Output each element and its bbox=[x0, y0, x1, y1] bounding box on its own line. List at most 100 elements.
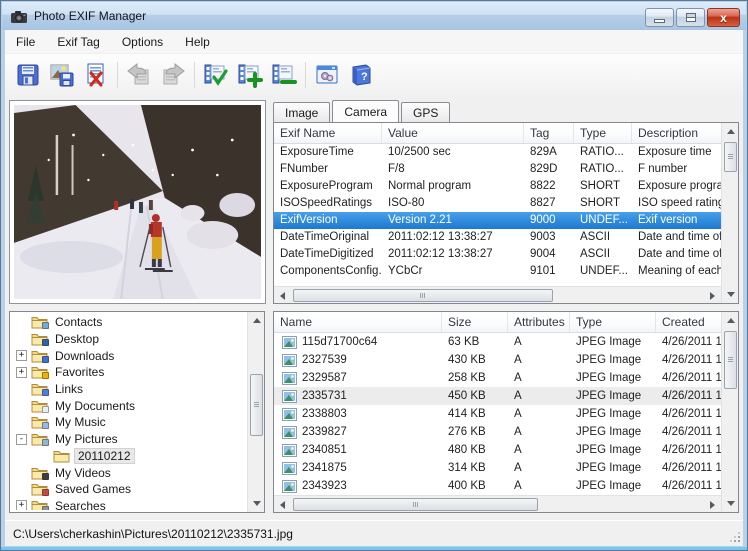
scroll-down-icon[interactable] bbox=[248, 495, 265, 512]
exif-table-row[interactable]: ExposureTime 10/2500 sec 829A RATIO... E… bbox=[274, 144, 721, 161]
file-size-cell: 480 KB bbox=[442, 441, 508, 459]
scroll-left-icon[interactable] bbox=[274, 496, 291, 513]
remove-tag-button[interactable] bbox=[267, 59, 301, 91]
file-size-cell: 430 KB bbox=[442, 351, 508, 369]
scroll-right-icon[interactable] bbox=[704, 496, 721, 513]
tree-expander-icon[interactable]: - bbox=[16, 434, 27, 445]
scroll-down-icon[interactable] bbox=[722, 495, 739, 512]
file-list-row[interactable]: 2340851 480 KB A JPEG Image 4/26/2011 12… bbox=[274, 441, 721, 459]
file-list-row[interactable]: 2341875 314 KB A JPEG Image 4/26/2011 12… bbox=[274, 459, 721, 477]
maximize-button[interactable] bbox=[676, 8, 705, 27]
file-type-cell: JPEG Image bbox=[570, 387, 656, 405]
tree-vertical-scrollbar[interactable] bbox=[247, 312, 264, 512]
file-list-row[interactable]: 115d71700c64 63 KB A JPEG Image 4/26/201… bbox=[274, 333, 721, 351]
file-list-row[interactable]: 2339827 276 KB A JPEG Image 4/26/2011 12… bbox=[274, 423, 721, 441]
tree-expander-icon[interactable]: + bbox=[16, 500, 27, 510]
scroll-up-icon[interactable] bbox=[722, 312, 739, 329]
save-image-button[interactable] bbox=[45, 59, 79, 91]
exif-table-row[interactable]: ExifVersion Version 2.21 9000 UNDEF... E… bbox=[274, 212, 721, 229]
file-vertical-scrollbar[interactable] bbox=[721, 312, 738, 512]
scroll-left-icon[interactable] bbox=[274, 287, 291, 304]
file-name-cell: 115d71700c64 bbox=[274, 333, 442, 351]
exif-description-cell: ISO speed rating bbox=[632, 195, 721, 212]
menu-file[interactable]: File bbox=[5, 31, 46, 53]
tree-item[interactable]: Contacts bbox=[10, 314, 247, 331]
help-button[interactable]: ? bbox=[344, 59, 378, 91]
column-header-value[interactable]: Value bbox=[382, 123, 524, 143]
tree-item[interactable]: + Searches bbox=[10, 498, 247, 510]
tree-expander-icon[interactable]: + bbox=[16, 367, 27, 378]
file-list-row[interactable]: 2327539 430 KB A JPEG Image 4/26/2011 12… bbox=[274, 351, 721, 369]
file-vscroll-thumb[interactable] bbox=[724, 331, 737, 389]
column-header-name[interactable]: Name bbox=[274, 312, 442, 332]
exif-type-cell: ASCII bbox=[574, 229, 632, 246]
delete-list-button[interactable] bbox=[79, 59, 113, 91]
tree-item-label: Downloads bbox=[52, 349, 117, 363]
exif-table-row[interactable]: DateTimeOriginal 2011:02:12 13:38:27 900… bbox=[274, 229, 721, 246]
exif-table-row[interactable]: ComponentsConfig... YCbCr 9101 UNDEF... … bbox=[274, 263, 721, 280]
tree-item[interactable]: - My Pictures bbox=[10, 431, 247, 448]
exif-table-row[interactable]: ISOSpeedRatings ISO-80 8827 SHORT ISO sp… bbox=[274, 195, 721, 212]
file-list-row[interactable]: 2329587 258 KB A JPEG Image 4/26/2011 12… bbox=[274, 369, 721, 387]
close-button[interactable]: x bbox=[707, 8, 740, 27]
tree-expander-icon[interactable]: + bbox=[16, 350, 27, 361]
tree-item[interactable]: + Favorites bbox=[10, 364, 247, 381]
menu-options[interactable]: Options bbox=[111, 31, 174, 53]
options-window-button[interactable] bbox=[310, 59, 344, 91]
exif-table-row[interactable]: FNumber F/8 829D RATIO... F number bbox=[274, 161, 721, 178]
tab-camera[interactable]: Camera bbox=[332, 100, 399, 122]
exif-vertical-scrollbar[interactable] bbox=[721, 123, 738, 303]
column-header-size[interactable]: Size bbox=[442, 312, 508, 332]
file-list-row[interactable]: 2338803 414 KB A JPEG Image 4/26/2011 12… bbox=[274, 405, 721, 423]
tree-item[interactable]: + Downloads bbox=[10, 347, 247, 364]
folder-accent-badge bbox=[42, 322, 49, 329]
exif-vscroll-thumb[interactable] bbox=[724, 142, 737, 172]
tree-item[interactable]: 20110212 bbox=[10, 448, 247, 465]
title-bar[interactable]: Photo EXIF Manager x bbox=[2, 2, 746, 30]
tree-item[interactable]: Desktop bbox=[10, 331, 247, 348]
exif-tabstrip: Image Camera GPS bbox=[273, 100, 452, 122]
exif-value-cell: F/8 bbox=[382, 161, 524, 178]
tree-item[interactable]: Saved Games bbox=[10, 481, 247, 498]
file-name-text: 2338803 bbox=[302, 405, 347, 423]
file-list-row[interactable]: 2343923 400 KB A JPEG Image 4/26/2011 12… bbox=[274, 477, 721, 495]
verify-tags-button[interactable] bbox=[199, 59, 233, 91]
file-attributes-cell: A bbox=[508, 477, 570, 495]
add-tag-button[interactable] bbox=[233, 59, 267, 91]
file-hscroll-thumb[interactable] bbox=[293, 498, 538, 511]
scroll-down-icon[interactable] bbox=[722, 286, 739, 303]
menu-help[interactable]: Help bbox=[174, 31, 221, 53]
redo-button[interactable] bbox=[156, 59, 190, 91]
tree-vscroll-thumb[interactable] bbox=[250, 374, 263, 436]
exif-tag-cell: 829A bbox=[524, 144, 574, 161]
column-header-tag[interactable]: Tag bbox=[524, 123, 574, 143]
exif-horizontal-scrollbar[interactable] bbox=[274, 286, 721, 303]
exif-hscroll-thumb[interactable] bbox=[293, 289, 553, 302]
minimize-button[interactable] bbox=[645, 8, 674, 27]
app-window: Photo EXIF Manager x File Exif Tag Optio… bbox=[0, 0, 748, 551]
scroll-right-icon[interactable] bbox=[704, 287, 721, 304]
resize-grip-icon[interactable] bbox=[738, 540, 740, 542]
file-horizontal-scrollbar[interactable] bbox=[274, 495, 721, 512]
scroll-up-icon[interactable] bbox=[248, 312, 265, 329]
file-list-row[interactable]: 2335731 450 KB A JPEG Image 4/26/2011 12… bbox=[274, 387, 721, 405]
tab-gps[interactable]: GPS bbox=[401, 102, 450, 122]
tree-item[interactable]: My Documents bbox=[10, 397, 247, 414]
tree-item[interactable]: Links bbox=[10, 381, 247, 398]
menu-exif-tag[interactable]: Exif Tag bbox=[46, 31, 110, 53]
column-header-exif-name[interactable]: Exif Name bbox=[274, 123, 382, 143]
exif-name-cell: DateTimeOriginal bbox=[274, 229, 382, 246]
exif-table-row[interactable]: ExposureProgram Normal program 8822 SHOR… bbox=[274, 178, 721, 195]
tab-image[interactable]: Image bbox=[273, 102, 330, 122]
file-name-text: 2335731 bbox=[302, 387, 347, 405]
undo-button[interactable] bbox=[122, 59, 156, 91]
exif-table-row[interactable]: DateTimeDigitized 2011:02:12 13:38:27 90… bbox=[274, 246, 721, 263]
save-button[interactable] bbox=[11, 59, 45, 91]
scroll-up-icon[interactable] bbox=[722, 123, 739, 140]
tree-item[interactable]: My Music bbox=[10, 414, 247, 431]
file-size-cell: 258 KB bbox=[442, 369, 508, 387]
column-header-type[interactable]: Type bbox=[574, 123, 632, 143]
column-header-attributes[interactable]: Attributes bbox=[508, 312, 570, 332]
tree-item[interactable]: My Videos bbox=[10, 464, 247, 481]
column-header-type[interactable]: Type bbox=[570, 312, 656, 332]
